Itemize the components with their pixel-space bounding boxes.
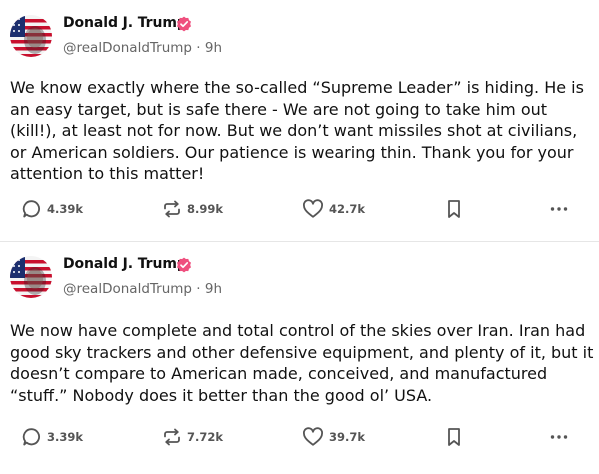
- post-time[interactable]: 9h: [205, 40, 222, 56]
- author-handle[interactable]: @realDonaldTrump: [63, 281, 192, 297]
- reply-count: 3.39k: [47, 430, 84, 444]
- post-2[interactable]: Donald J. Trump @realDonaldTrump · 9h We…: [0, 241, 599, 474]
- post-1[interactable]: Donald J. Trump @realDonaldTrump · 9h We…: [0, 0, 599, 233]
- like-button[interactable]: 39.7k: [302, 425, 365, 449]
- repost-button[interactable]: 7.72k: [162, 425, 223, 449]
- avatar[interactable]: [10, 256, 52, 298]
- speech-bubble-icon: [22, 200, 40, 218]
- repost-count: 7.72k: [187, 430, 224, 444]
- post-actions: 3.39k 7.72k 39.7k: [0, 425, 599, 449]
- more-dots-icon: [550, 207, 568, 211]
- post-time[interactable]: 9h: [205, 281, 222, 297]
- author-name[interactable]: Donald J. Trump: [63, 15, 187, 31]
- bookmark-icon: [448, 200, 460, 218]
- avatar-image: [10, 15, 52, 57]
- handle-line: @realDonaldTrump · 9h: [63, 40, 222, 56]
- handle-line: @realDonaldTrump · 9h: [63, 281, 222, 297]
- verified-badge-icon: [177, 257, 191, 273]
- more-options-button[interactable]: [549, 197, 569, 221]
- post-feed: Donald J. Trump @realDonaldTrump · 9h We…: [0, 0, 599, 466]
- bookmark-button[interactable]: [446, 425, 462, 449]
- avatar-image: [10, 256, 52, 298]
- heart-outline-icon: [303, 199, 323, 218]
- more-options-button[interactable]: [549, 425, 569, 449]
- post-text: We now have complete and total control o…: [10, 321, 594, 405]
- author-handle[interactable]: @realDonaldTrump: [63, 40, 192, 56]
- repost-arrows-icon: [164, 200, 180, 218]
- post-actions: 4.39k 8.99k 42.7k: [0, 197, 599, 221]
- like-button[interactable]: 42.7k: [302, 197, 365, 221]
- like-count: 42.7k: [329, 202, 366, 216]
- more-dots-icon: [550, 435, 568, 439]
- repost-count: 8.99k: [187, 202, 224, 216]
- meta-separator: ·: [196, 281, 201, 297]
- heart-outline-icon: [303, 427, 323, 446]
- reply-count: 4.39k: [47, 202, 84, 216]
- meta-separator: ·: [196, 40, 201, 56]
- post-text: We know exactly where the so-called “Sup…: [10, 78, 584, 184]
- speech-bubble-icon: [22, 428, 40, 446]
- author-name[interactable]: Donald J. Trump: [63, 256, 187, 272]
- avatar[interactable]: [10, 15, 52, 57]
- reply-button[interactable]: 4.39k: [22, 197, 83, 221]
- bookmark-icon: [448, 428, 460, 446]
- reply-button[interactable]: 3.39k: [22, 425, 83, 449]
- repost-arrows-icon: [164, 428, 180, 446]
- like-count: 39.7k: [329, 430, 366, 444]
- verified-badge-icon: [177, 16, 191, 32]
- repost-button[interactable]: 8.99k: [162, 197, 223, 221]
- bookmark-button[interactable]: [446, 197, 462, 221]
